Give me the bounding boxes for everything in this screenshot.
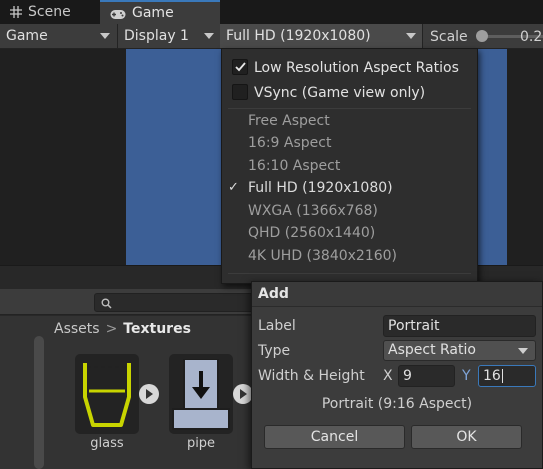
type-caption: Type	[258, 343, 291, 359]
aspect-summary: Portrait (9:16 Aspect)	[321, 396, 473, 412]
dialog-header	[252, 282, 542, 307]
width-input[interactable]: 9	[398, 365, 455, 387]
scale-slider-handle[interactable]	[476, 30, 488, 42]
breadcrumb-separator: >	[105, 320, 118, 337]
selected-check-icon: ✓	[228, 180, 239, 195]
height-input-value: 16	[483, 368, 501, 384]
menu-item-16-9[interactable]: 16:9 Aspect	[222, 132, 477, 154]
resolution-value: Full HD (1920x1080)	[226, 28, 371, 44]
ok-button[interactable]: OK	[411, 425, 522, 449]
menu-separator	[228, 108, 471, 109]
height-axis-label: Y	[462, 368, 471, 384]
breadcrumb-item-assets[interactable]: Assets	[54, 321, 100, 337]
tab-game-label: Game	[132, 5, 174, 21]
chevron-down-icon	[406, 33, 416, 39]
asset-label-pipe: pipe	[186, 436, 216, 451]
width-axis-label: X	[383, 368, 393, 384]
tab-scene-label: Scene	[28, 4, 71, 20]
size-caption: Width & Height	[258, 368, 365, 384]
glass-texture-icon	[77, 357, 137, 435]
chevron-down-icon	[204, 33, 214, 39]
menu-item-vsync[interactable]: VSync (Game view only)	[222, 82, 477, 104]
label-input[interactable]: Portrait	[383, 315, 536, 337]
pipe-texture-icon	[172, 358, 230, 435]
resolution-dropdown[interactable]: Full HD (1920x1080)	[220, 24, 422, 48]
search-input[interactable]	[94, 293, 269, 312]
asset-item-pipe[interactable]	[169, 354, 233, 434]
breadcrumb-item-textures[interactable]: Textures	[123, 321, 191, 337]
type-select[interactable]: Aspect Ratio	[383, 340, 536, 361]
dialog-title: Add	[258, 286, 289, 302]
height-input[interactable]: 16	[478, 365, 536, 387]
scale-label: Scale	[430, 29, 468, 45]
menu-item-qhd[interactable]: QHD (2560x1440)	[222, 222, 477, 244]
scale-value: 0.2	[520, 29, 543, 45]
tab-game[interactable]: Game	[100, 0, 220, 24]
play-icon[interactable]	[233, 384, 253, 404]
menu-item-full-hd[interactable]: Full HD (1920x1080)	[222, 177, 477, 199]
menu-item-16-10[interactable]: 16:10 Aspect	[222, 155, 477, 177]
tab-scene[interactable]: Scene	[0, 0, 100, 24]
search-icon	[101, 297, 112, 313]
folder-tree-scrollbar[interactable]	[34, 336, 44, 469]
play-icon[interactable]	[139, 384, 159, 404]
type-value: Aspect Ratio	[388, 342, 476, 358]
display-dropdown[interactable]: Display 1	[118, 24, 220, 48]
display-mode-dropdown[interactable]: Game	[0, 24, 116, 48]
gamepad-icon	[110, 8, 126, 19]
menu-separator	[228, 273, 471, 274]
display-mode-value: Game	[6, 28, 48, 44]
label-caption: Label	[258, 318, 296, 334]
asset-label-glass: glass	[90, 436, 124, 451]
text-caret	[501, 369, 503, 383]
menu-item-4k-uhd[interactable]: 4K UHD (3840x2160)	[222, 245, 477, 267]
display-value: Display 1	[124, 28, 189, 44]
menu-item-low-res-aspect[interactable]: Low Resolution Aspect Ratios	[222, 57, 477, 79]
toolbar-divider	[422, 24, 423, 49]
chevron-down-icon	[518, 348, 528, 354]
menu-item-free-aspect[interactable]: Free Aspect	[222, 110, 477, 132]
menu-item-wxga[interactable]: WXGA (1366x768)	[222, 200, 477, 222]
asset-item-glass[interactable]	[75, 354, 139, 434]
grid-icon	[10, 6, 22, 18]
chevron-down-icon	[100, 33, 110, 39]
cancel-button[interactable]: Cancel	[264, 425, 405, 449]
